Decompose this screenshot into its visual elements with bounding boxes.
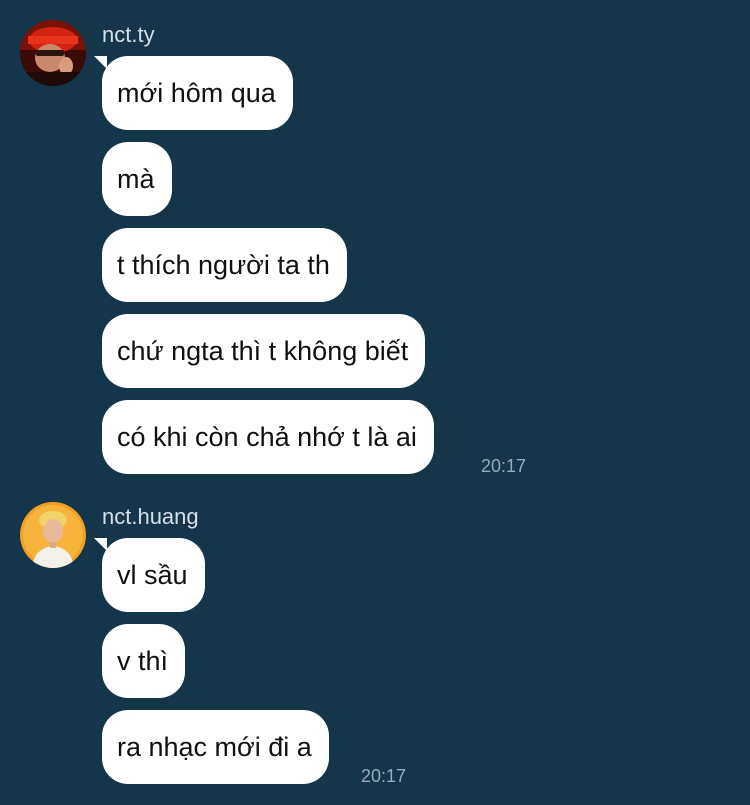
sender-name: nct.ty (102, 22, 155, 47)
message-bubble[interactable]: mà (102, 142, 172, 216)
message-bubble[interactable]: t thích người ta th (102, 228, 347, 302)
profile-photo-icon (20, 502, 86, 568)
message-bubble[interactable]: ra nhạc mới đi a (102, 710, 329, 784)
bubble-tail (94, 538, 107, 551)
message-timestamp: 20:17 (361, 766, 407, 786)
message-timestamp: 20:17 (481, 456, 527, 476)
message-bubble[interactable]: có khi còn chả nhớ t là ai (102, 400, 434, 474)
message-bubble[interactable]: chứ ngta thì t không biết (102, 314, 426, 388)
avatar-nct-huang[interactable] (20, 502, 86, 568)
message-bubble[interactable]: vl sầu (102, 538, 205, 612)
sender-name: nct.huang (102, 504, 199, 529)
avatar-nct-ty[interactable] (20, 20, 86, 86)
bubble-tail (94, 56, 107, 69)
profile-photo-icon (20, 20, 86, 86)
message-bubble[interactable]: v thì (102, 624, 186, 698)
message-bubble[interactable]: mới hôm qua (102, 56, 293, 130)
